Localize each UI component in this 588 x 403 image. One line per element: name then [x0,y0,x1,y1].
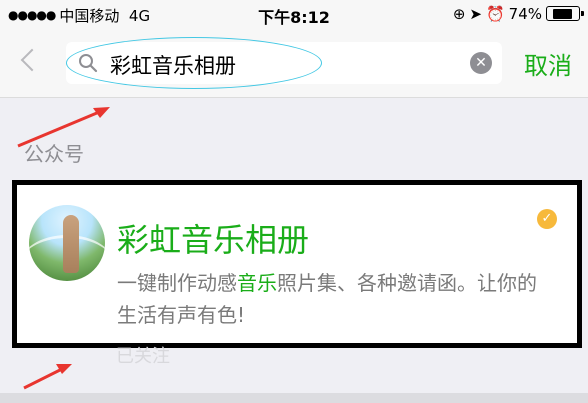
search-header: 彩虹音乐相册 ✕ 取消 [0,30,588,98]
location-icon: ➤ [469,5,482,23]
battery-icon [546,6,584,21]
avatar-figure [63,215,79,273]
battery-percent: 74% [508,5,542,23]
cancel-button[interactable]: 取消 [524,46,572,81]
search-query: 彩虹音乐相册 [110,54,236,78]
status-bar: ●●●●● 中国移动 4G 下午8:12 ⊕ ➤ ⏰ 74% [0,0,588,30]
status-right: ⊕ ➤ ⏰ 74% [449,5,584,23]
avatar [29,205,105,281]
bottom-divider [0,393,588,403]
followed-status: 已关注 [116,346,170,367]
clear-search-icon[interactable]: ✕ [470,52,492,74]
description-text: 一键制作动感 [117,271,237,295]
battery-fill [552,8,572,19]
verified-badge-icon: ✓ [537,209,557,229]
account-description: 一键制作动感音乐照片集、各种邀请函。让你的生活有声有色! [117,267,547,331]
search-input[interactable]: 彩虹音乐相册 ✕ [66,42,502,84]
account-name: 彩虹音乐相册 [117,221,310,259]
description-keyword: 音乐 [237,271,277,295]
back-chevron-icon[interactable] [20,48,44,72]
rotation-lock-icon: ⊕ [452,5,466,23]
official-account-result[interactable]: 彩虹音乐相册 ✓ 一键制作动感音乐照片集、各种邀请函。让你的生活有声有色! [12,180,582,348]
search-icon [79,54,98,73]
section-label-official-accounts: 公众号 [24,142,84,166]
alarm-icon: ⏰ [485,5,505,23]
annotation-arrow-card [23,364,72,390]
